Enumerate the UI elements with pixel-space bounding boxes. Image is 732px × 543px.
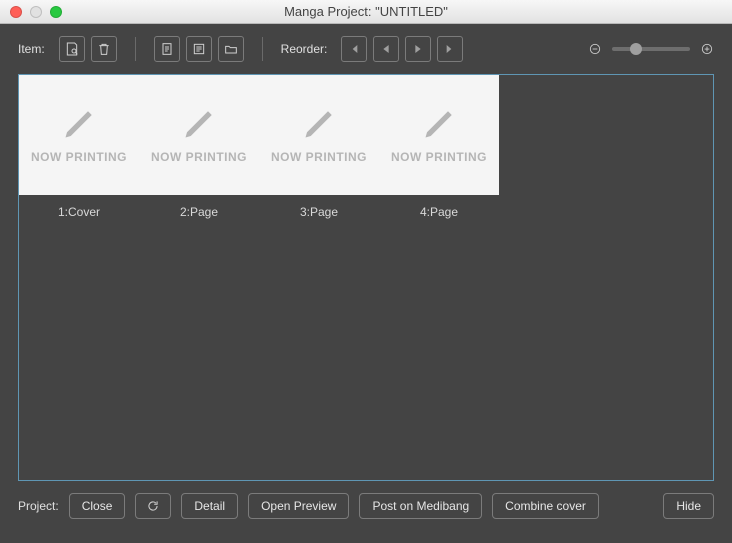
post-on-medibang-button[interactable]: Post on Medibang (359, 493, 482, 519)
document-icon (159, 41, 175, 57)
separator (262, 37, 263, 61)
last-icon (442, 41, 458, 57)
page-item[interactable]: NOW PRINTING 1:Cover (19, 75, 139, 219)
reorder-label: Reorder: (281, 42, 328, 56)
placeholder-label: NOW PRINTING (151, 150, 247, 164)
minimize-window-light (30, 6, 42, 18)
prev-icon (378, 41, 394, 57)
new-page-button[interactable] (59, 36, 85, 62)
page-thumbnail[interactable]: NOW PRINTING (19, 75, 139, 195)
list-icon (191, 41, 207, 57)
page-thumbnail[interactable]: NOW PRINTING (379, 75, 499, 195)
item-buttons (59, 36, 117, 62)
first-icon (346, 41, 362, 57)
page-number-label: 4:Page (420, 205, 458, 219)
window-title: Manga Project: "UNTITLED" (0, 4, 732, 19)
pages-area[interactable]: NOW PRINTING 1:Cover NOW PRINTING 2:Page… (18, 74, 714, 481)
reorder-prev-button[interactable] (373, 36, 399, 62)
zoom-in-icon[interactable] (700, 42, 714, 56)
trash-icon (96, 41, 112, 57)
page-thumbnail[interactable]: NOW PRINTING (139, 75, 259, 195)
refresh-button[interactable] (135, 493, 171, 519)
page-folder-button[interactable] (218, 36, 244, 62)
pencil-icon (301, 106, 337, 142)
close-window-light[interactable] (10, 6, 22, 18)
page-info-button[interactable] (154, 36, 180, 62)
placeholder-label: NOW PRINTING (31, 150, 127, 164)
placeholder-label: NOW PRINTING (271, 150, 367, 164)
zoom-out-icon[interactable] (588, 42, 602, 56)
separator (135, 37, 136, 61)
title-bar: Manga Project: "UNTITLED" (0, 0, 732, 24)
detail-button[interactable]: Detail (181, 493, 238, 519)
zoom-thumb[interactable] (630, 43, 642, 55)
zoom-window-light[interactable] (50, 6, 62, 18)
page-number-label: 2:Page (180, 205, 218, 219)
folder-icon (223, 41, 239, 57)
page-item[interactable]: NOW PRINTING 4:Page (379, 75, 499, 219)
refresh-icon (146, 499, 160, 513)
hide-button[interactable]: Hide (663, 493, 714, 519)
zoom-slider (588, 42, 714, 56)
delete-page-button[interactable] (91, 36, 117, 62)
zoom-track[interactable] (612, 47, 690, 51)
page-thumbnail[interactable]: NOW PRINTING (259, 75, 379, 195)
window-controls (0, 6, 62, 18)
open-preview-button[interactable]: Open Preview (248, 493, 349, 519)
pencil-icon (421, 106, 457, 142)
project-label: Project: (18, 499, 59, 513)
pencil-icon (181, 106, 217, 142)
page-settings-button[interactable] (186, 36, 212, 62)
item-label: Item: (18, 42, 45, 56)
item-buttons-2 (154, 36, 244, 62)
pages-row: NOW PRINTING 1:Cover NOW PRINTING 2:Page… (19, 75, 713, 219)
reorder-last-button[interactable] (437, 36, 463, 62)
reorder-buttons (341, 36, 463, 62)
bottom-bar: Project: Close Detail Open Preview Post … (0, 481, 732, 531)
reorder-first-button[interactable] (341, 36, 367, 62)
page-item[interactable]: NOW PRINTING 2:Page (139, 75, 259, 219)
document-search-icon (64, 41, 80, 57)
placeholder-label: NOW PRINTING (391, 150, 487, 164)
close-button[interactable]: Close (69, 493, 126, 519)
combine-cover-button[interactable]: Combine cover (492, 493, 599, 519)
page-number-label: 1:Cover (58, 205, 100, 219)
page-item[interactable]: NOW PRINTING 3:Page (259, 75, 379, 219)
pencil-icon (61, 106, 97, 142)
next-icon (410, 41, 426, 57)
page-number-label: 3:Page (300, 205, 338, 219)
reorder-next-button[interactable] (405, 36, 431, 62)
toolbar: Item: Reorder: (0, 24, 732, 74)
